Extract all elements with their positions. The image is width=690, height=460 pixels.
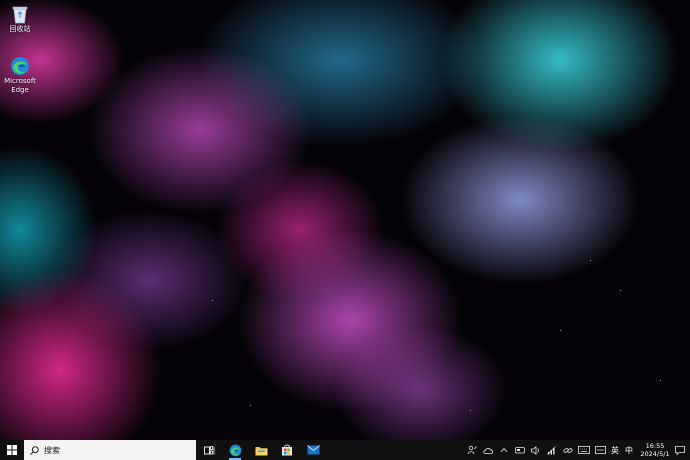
network-icon [547,445,556,455]
mail-icon [306,445,320,455]
search-placeholder: 搜索 [44,445,60,455]
link-button[interactable] [560,440,576,460]
recycle-bin-icon [12,6,28,24]
input-language-button[interactable]: 英 [608,440,622,460]
desktop-wallpaper: 回收站 Microsoft Edge [0,0,690,440]
edge-icon [11,57,29,75]
ime-mode-label: 中 [625,445,633,455]
taskbar-store-button[interactable] [274,440,300,460]
desktop-icon-edge[interactable]: Microsoft Edge [0,56,40,95]
ime-pad-button[interactable] [592,440,608,460]
people-icon [467,445,477,455]
task-view-button[interactable] [196,440,222,460]
file-explorer-icon [255,446,267,455]
taskbar: 搜索 英 中 16:55 2024/5/1 [0,440,690,460]
wallpaper-star [470,410,471,411]
start-button[interactable] [0,440,24,460]
ime-mode-button[interactable]: 中 [622,440,636,460]
wallpaper-star [250,405,251,406]
link-icon [563,447,573,453]
wallpaper-star [590,260,591,261]
people-button[interactable] [464,440,480,460]
network-button[interactable] [544,440,560,460]
edge-icon [229,444,241,456]
wallpaper-star [212,300,213,301]
weather-button[interactable] [480,440,496,460]
system-tray: 英 中 16:55 2024/5/1 [464,440,690,460]
notification-icon [675,445,685,455]
show-hidden-icons-button[interactable] [496,440,512,460]
cloud-icon [482,447,493,454]
wallpaper-star [660,380,661,381]
task-view-icon [203,445,214,454]
desktop-icon-label: Microsoft Edge [4,77,36,94]
clock-time: 16:55 [645,442,665,450]
windows-start-icon [7,445,17,455]
taskbar-search-box[interactable]: 搜索 [24,440,196,460]
chevron-up-icon [500,447,508,453]
drive-icon [515,447,525,454]
taskbar-mail-button[interactable] [300,440,326,460]
volume-button[interactable] [528,440,544,460]
taskbar-file-explorer-button[interactable] [248,440,274,460]
keyboard-icon [578,446,590,454]
clock-button[interactable]: 16:55 2024/5/1 [640,442,670,458]
input-language-label: 英 [611,445,619,455]
search-icon [30,445,39,455]
speaker-icon [531,445,539,455]
wallpaper-star [620,290,621,291]
ime-pad-icon [594,446,606,454]
desktop-icon-recycle-bin[interactable]: 回收站 [0,4,40,34]
desktop-icon-label: 回收站 [9,25,31,33]
wallpaper-star [560,330,561,331]
tray-app-button[interactable] [512,440,528,460]
touch-keyboard-button[interactable] [576,440,592,460]
clock-date: 2024/5/1 [640,450,670,458]
microsoft-store-icon [282,444,292,456]
taskbar-edge-button[interactable] [222,440,248,460]
action-center-button[interactable] [670,440,690,460]
